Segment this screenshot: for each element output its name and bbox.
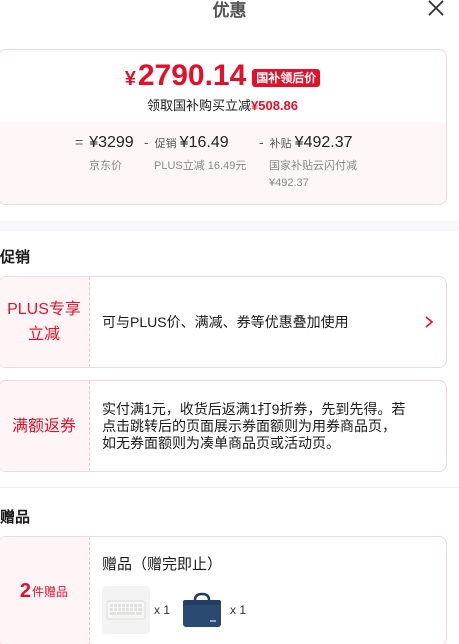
chevron-right-icon[interactable]: [424, 315, 434, 329]
modal-header: 优惠: [0, 0, 459, 28]
savings-amount: ¥508.86: [251, 98, 298, 113]
promo-item-coupon-return[interactable]: 满额返券 实付满1元，收货后返满1打9折券，先到先得。若点击跳转后的页面展示券面…: [0, 380, 447, 472]
breakdown-label: 促销: [154, 138, 177, 150]
gift-count-tag: 2 件赠品: [0, 537, 90, 644]
final-price: 2790.14: [137, 59, 247, 92]
currency-symbol: ¥: [124, 68, 136, 90]
gift-item-bag[interactable]: x 1: [178, 586, 246, 634]
breakdown-caption: PLUS立减 16.49元: [154, 160, 247, 172]
promotions-section-title: 促销: [0, 249, 31, 266]
breakdown-item-promo: - 促销 ¥16.49 PLUS立减 16.49元: [144, 134, 246, 175]
promo-tag: 满额返券: [0, 381, 90, 471]
breakdown-item-jd-price: = ¥3299 京东价: [75, 134, 134, 175]
promo-description: 可与PLUS价、满减、券等优惠叠加使用: [102, 314, 349, 330]
promo-tag-label: 满额返券: [11, 417, 76, 435]
section-divider-line: [0, 487, 459, 488]
keyboard-icon: [106, 600, 146, 620]
gift-count: 2: [19, 579, 32, 602]
breakdown-value: ¥16.49: [179, 134, 229, 151]
promo-tag-label: PLUS专享立减: [7, 301, 81, 343]
section-divider: [0, 221, 459, 231]
promo-description: 实付满1元，收货后返满1打9折券，先到先得。若点击跳转后的页面展示券面额则为用券…: [102, 400, 406, 451]
gift-item-keyboard[interactable]: x 1: [102, 586, 170, 634]
modal-title: 优惠: [212, 1, 247, 20]
gifts-section-title: 赠品: [0, 509, 31, 526]
breakdown-caption-line1: 国家补贴云闪付减: [269, 160, 357, 172]
bag-thumbnail[interactable]: [178, 586, 227, 634]
operator: =: [75, 134, 84, 150]
final-price-block: ¥ 2790.14 国补领后价 领取国补购买立减¥508.86: [0, 50, 446, 120]
breakdown-label: 补贴: [269, 138, 292, 150]
laptop-bag-icon: [183, 592, 222, 627]
gift-heading: 赠品（赠完即止）: [102, 556, 223, 573]
operator: -: [144, 134, 149, 150]
promo-tag: PLUS专享立减: [0, 277, 90, 367]
breakdown-item-subsidy: - 补贴 ¥492.37 国家补贴云闪付减 ¥492.37: [259, 134, 357, 192]
breakdown-value: ¥3299: [89, 134, 134, 151]
price-summary-card: ¥ 2790.14 国补领后价 领取国补购买立减¥508.86 = ¥3299 …: [0, 49, 447, 205]
gift-items-list: x 1 x 1: [102, 586, 446, 634]
gift-quantity: x 1: [230, 603, 247, 617]
keyboard-thumbnail[interactable]: [102, 586, 150, 634]
promo-content: 可与PLUS价、满减、券等优惠叠加使用: [90, 277, 446, 367]
operator: -: [259, 134, 264, 150]
price-tag-badge: 国补领后价: [252, 69, 321, 87]
price-breakdown: = ¥3299 京东价 - 促销 ¥16.49 PLUS立减 16.49元 - …: [0, 122, 446, 204]
savings-line: 领取国补购买立减¥508.86: [0, 95, 446, 114]
savings-label: 领取国补购买立减: [146, 98, 251, 113]
gift-quantity: x 1: [154, 603, 171, 617]
close-icon[interactable]: [425, 0, 447, 19]
gift-card: 2 件赠品 赠品（赠完即止） x 1 x 1: [0, 536, 447, 644]
breakdown-caption: 国家补贴云闪付减 ¥492.37: [259, 158, 357, 192]
gift-count-label: 件赠品: [32, 584, 69, 599]
breakdown-value: ¥492.37: [294, 134, 353, 151]
gift-content: 赠品（赠完即止） x 1 x 1: [90, 537, 446, 644]
breakdown-caption: 京东价: [89, 160, 122, 172]
promo-item-plus[interactable]: PLUS专享立减 可与PLUS价、满减、券等优惠叠加使用: [0, 276, 447, 368]
breakdown-caption-line2: ¥492.37: [269, 177, 309, 189]
promo-content: 实付满1元，收货后返满1打9折券，先到先得。若点击跳转后的页面展示券面额则为用券…: [90, 381, 446, 471]
